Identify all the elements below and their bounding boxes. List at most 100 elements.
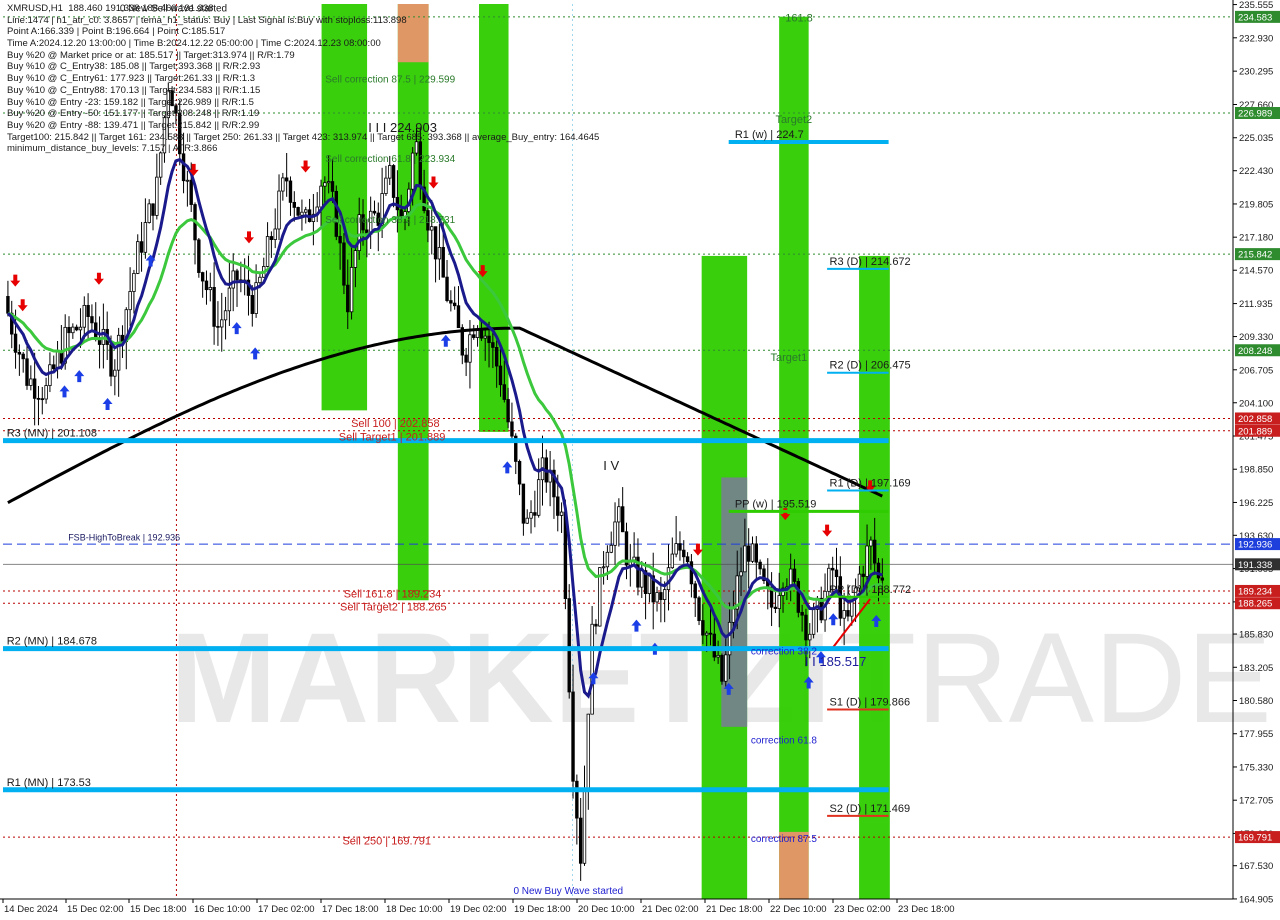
chart-annotation: Sell 161.8 | 189.234 (344, 589, 442, 601)
candle-body (685, 556, 690, 563)
candle-body (113, 369, 117, 377)
candle-body (189, 179, 193, 205)
chart-annotation: correction 87.5 (751, 834, 818, 845)
candle-body (86, 304, 90, 317)
candle-body (346, 284, 350, 313)
candle-body (773, 606, 778, 609)
price-tag-label: 234.583 (1238, 12, 1272, 23)
candle-body (212, 287, 216, 327)
candle-body (342, 242, 346, 286)
candle-body (55, 350, 60, 370)
candle-body (697, 597, 701, 621)
y-tick-label: 206.705 (1239, 365, 1273, 376)
candle-body (90, 316, 94, 324)
chart-annotation: Sell Target2 | 188.265 (340, 601, 447, 613)
x-tick-label: 21 Dec 02:00 (642, 904, 699, 915)
candle-body (533, 512, 537, 516)
x-tick-label: 17 Dec 02:00 (258, 904, 315, 915)
candle-body (472, 334, 476, 338)
chart-annotation: 0 New Buy Wave started (513, 886, 623, 897)
candle-body (430, 226, 434, 231)
y-tick-label: 232.930 (1239, 33, 1273, 44)
candle-body (25, 358, 29, 386)
x-tick-label: 20 Dec 10:00 (578, 904, 635, 915)
price-tag-label: 226.989 (1238, 109, 1272, 120)
pivot-label: S2 (D) | 171.469 (830, 803, 911, 815)
candle-body (559, 511, 564, 516)
candle-body (216, 325, 220, 328)
candle-body (556, 496, 560, 516)
y-tick-label: 204.100 (1239, 398, 1273, 409)
y-tick-label: 180.580 (1239, 696, 1273, 707)
candle-body (704, 632, 709, 636)
candle-body (605, 551, 610, 568)
candle-body (536, 479, 541, 516)
pivot-label: PP (D) | 188.772 (830, 584, 912, 596)
candle-body (40, 398, 44, 401)
chart-annotation: 161.8 (785, 13, 813, 25)
candle-body (846, 610, 850, 617)
x-tick-label: 21 Dec 18:00 (706, 904, 763, 915)
candle-body (52, 364, 56, 370)
candle-body (506, 399, 510, 423)
candle-body (746, 545, 751, 562)
candle-body (36, 397, 41, 400)
y-tick-label: 177.955 (1239, 729, 1273, 740)
price-tag-label: 188.265 (1238, 599, 1272, 610)
candle-body (617, 506, 621, 523)
candle-body (594, 623, 598, 627)
pivot-label: R2 (MN) | 184.678 (7, 636, 97, 648)
candle-body (231, 270, 235, 289)
watermark-right: TRADE (838, 607, 1272, 750)
candle-body (792, 568, 797, 582)
candle-body (155, 176, 159, 216)
info-line: Buy %10 @ C_Entry88: 170.13 || Target:23… (7, 84, 261, 96)
candle-body (708, 632, 713, 635)
candle-body (82, 304, 86, 328)
candle-body (223, 310, 228, 321)
candle-body (29, 378, 33, 386)
candle-body (433, 226, 438, 260)
candle-body (208, 287, 212, 291)
candle-body (720, 654, 724, 682)
candle-body (71, 326, 75, 334)
pivot-label: R3 (MN) | 201.108 (7, 428, 97, 440)
info-line: Buy %10 @ Entry -23: 159.182 || Target:2… (7, 96, 254, 108)
candle-body (796, 581, 801, 613)
pivot-label: R2 (D) | 206.475 (830, 360, 911, 372)
candle-body (590, 623, 594, 715)
candle-body (647, 575, 652, 594)
candle-body (464, 354, 468, 363)
chart-annotation: Sell 100 | 202.858 (351, 418, 439, 430)
chart-annotation: correction 61.8 (751, 735, 818, 746)
candle-body (349, 267, 354, 313)
candle-body (109, 344, 113, 377)
candle-body (334, 190, 338, 237)
candle-body (487, 335, 491, 344)
x-tick-label: 22 Dec 10:00 (770, 904, 827, 915)
candle-body (304, 209, 308, 213)
candle-body (865, 545, 869, 577)
candle-body (575, 780, 579, 819)
candle-body (288, 180, 293, 203)
price-tag-label: 202.858 (1238, 414, 1272, 425)
pivot-label: R1 (D) | 197.169 (830, 478, 911, 490)
candle-body (808, 633, 812, 641)
candle-body (6, 296, 10, 314)
pivot-label: PP (w) | 195.519 (735, 498, 817, 510)
candle-body (498, 365, 503, 386)
candle-body (181, 153, 186, 182)
info-line: Buy %20 @ Entry -50: 151.177 || Target:2… (7, 108, 260, 120)
candle-body (701, 620, 705, 636)
y-tick-label: 211.935 (1239, 299, 1273, 310)
pivot-label: S1 (D) | 179.866 (830, 697, 911, 709)
candle-body (452, 302, 457, 307)
candle-body (21, 353, 25, 360)
candle-body (185, 179, 190, 182)
x-tick-label: 15 Dec 18:00 (130, 904, 187, 915)
candle-body (296, 207, 300, 216)
candle-body (804, 614, 808, 641)
candle-body (197, 239, 201, 273)
candle-body (586, 713, 591, 790)
info-line: XMRUSD,H1 188.460 191.338 188.460 191.33… (7, 3, 214, 14)
